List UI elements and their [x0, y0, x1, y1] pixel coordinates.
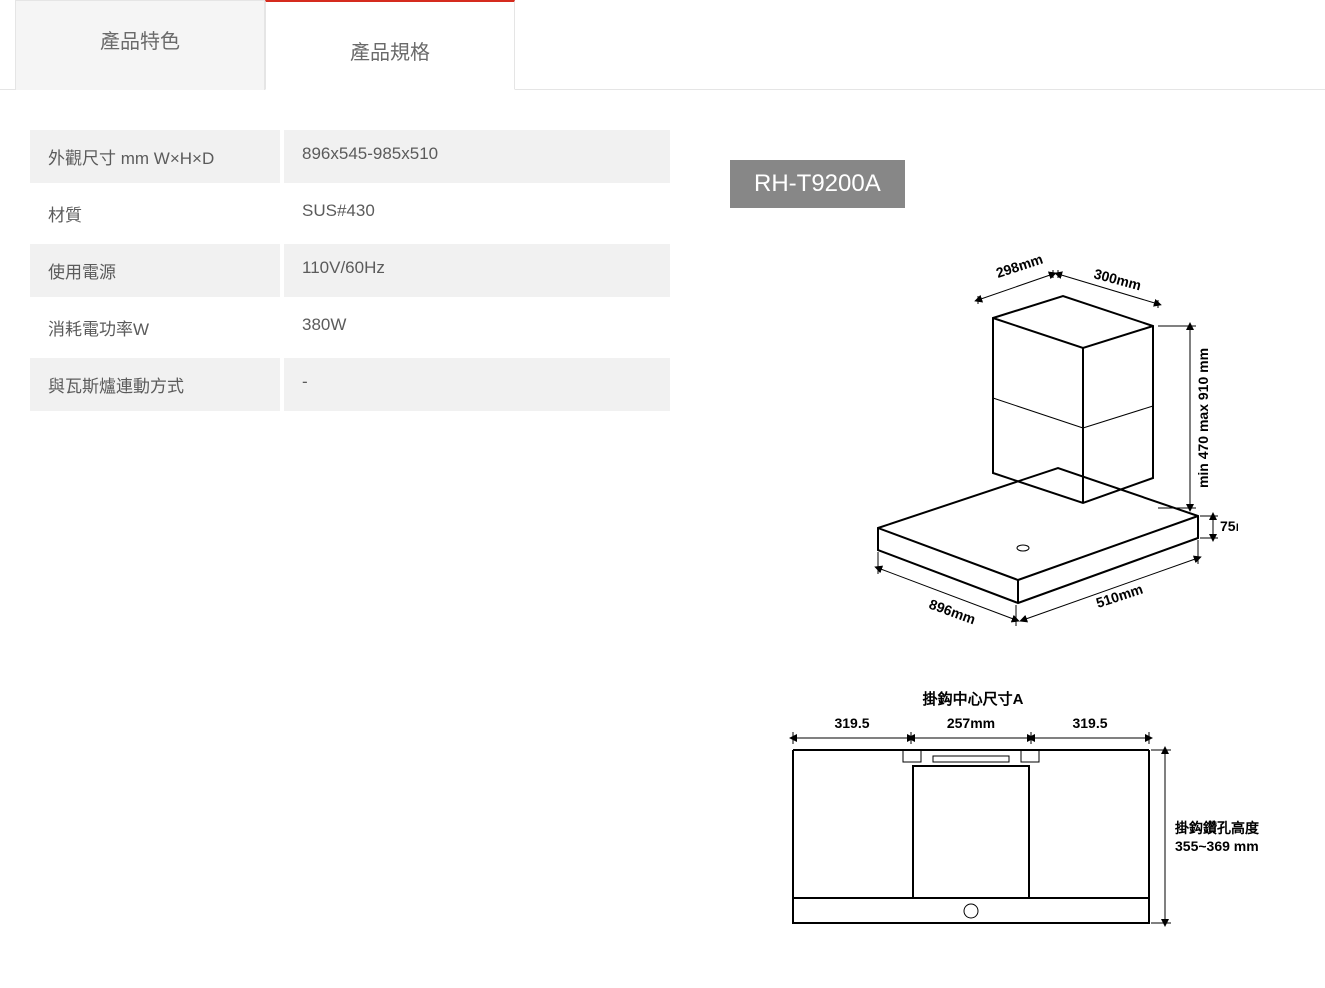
dim-label: 510mm: [1093, 581, 1144, 611]
dim-label: 掛鈎鑽孔高度: [1175, 820, 1260, 836]
diagram-isometric: 298mm 300mm: [798, 248, 1238, 648]
spec-label: 外觀尺寸 mm W×H×D: [30, 130, 280, 183]
spec-label: 材質: [30, 187, 280, 240]
spec-label: 使用電源: [30, 244, 280, 297]
tab-features[interactable]: 產品特色: [15, 0, 265, 90]
diagram-column: RH-T9200A 298mm: [730, 130, 1305, 968]
spec-value: 380W: [284, 301, 670, 354]
spec-label: 與瓦斯爐連動方式: [30, 358, 280, 411]
dim-label: 75mm: [1220, 518, 1238, 534]
spec-row: 材質 SUS#430: [30, 187, 670, 240]
spec-table: 外觀尺寸 mm W×H×D 896x545-985x510 材質 SUS#430…: [30, 130, 670, 968]
model-badge: RH-T9200A: [730, 160, 905, 208]
spec-value: 110V/60Hz: [284, 244, 670, 297]
spec-row: 消耗電功率W 380W: [30, 301, 670, 354]
diagram-front: 掛鈎中心尺寸A 319.5 257mm 319.5: [763, 688, 1273, 968]
dim-label: 298mm: [993, 251, 1044, 281]
dim-label: min 470 max 910 mm: [1195, 348, 1211, 488]
diagram-title: 掛鈎中心尺寸A: [922, 690, 1023, 708]
dim-label: 319.5: [1072, 715, 1107, 731]
spec-label: 消耗電功率W: [30, 301, 280, 354]
dim-label: 355~369 mm: [1175, 838, 1259, 854]
spec-row: 外觀尺寸 mm W×H×D 896x545-985x510: [30, 130, 670, 183]
spec-row: 與瓦斯爐連動方式 -: [30, 358, 670, 411]
content: 外觀尺寸 mm W×H×D 896x545-985x510 材質 SUS#430…: [0, 90, 1325, 988]
spec-row: 使用電源 110V/60Hz: [30, 244, 670, 297]
tab-specs[interactable]: 產品規格: [265, 0, 515, 90]
tab-bar: 產品特色 產品規格: [0, 0, 1325, 90]
spec-value: SUS#430: [284, 187, 670, 240]
dim-label: 257mm: [946, 715, 994, 731]
spec-value: -: [284, 358, 670, 411]
spec-value: 896x545-985x510: [284, 130, 670, 183]
dim-label: 319.5: [834, 715, 869, 731]
dim-label: 896mm: [926, 596, 977, 628]
dim-label: 300mm: [1092, 265, 1143, 293]
